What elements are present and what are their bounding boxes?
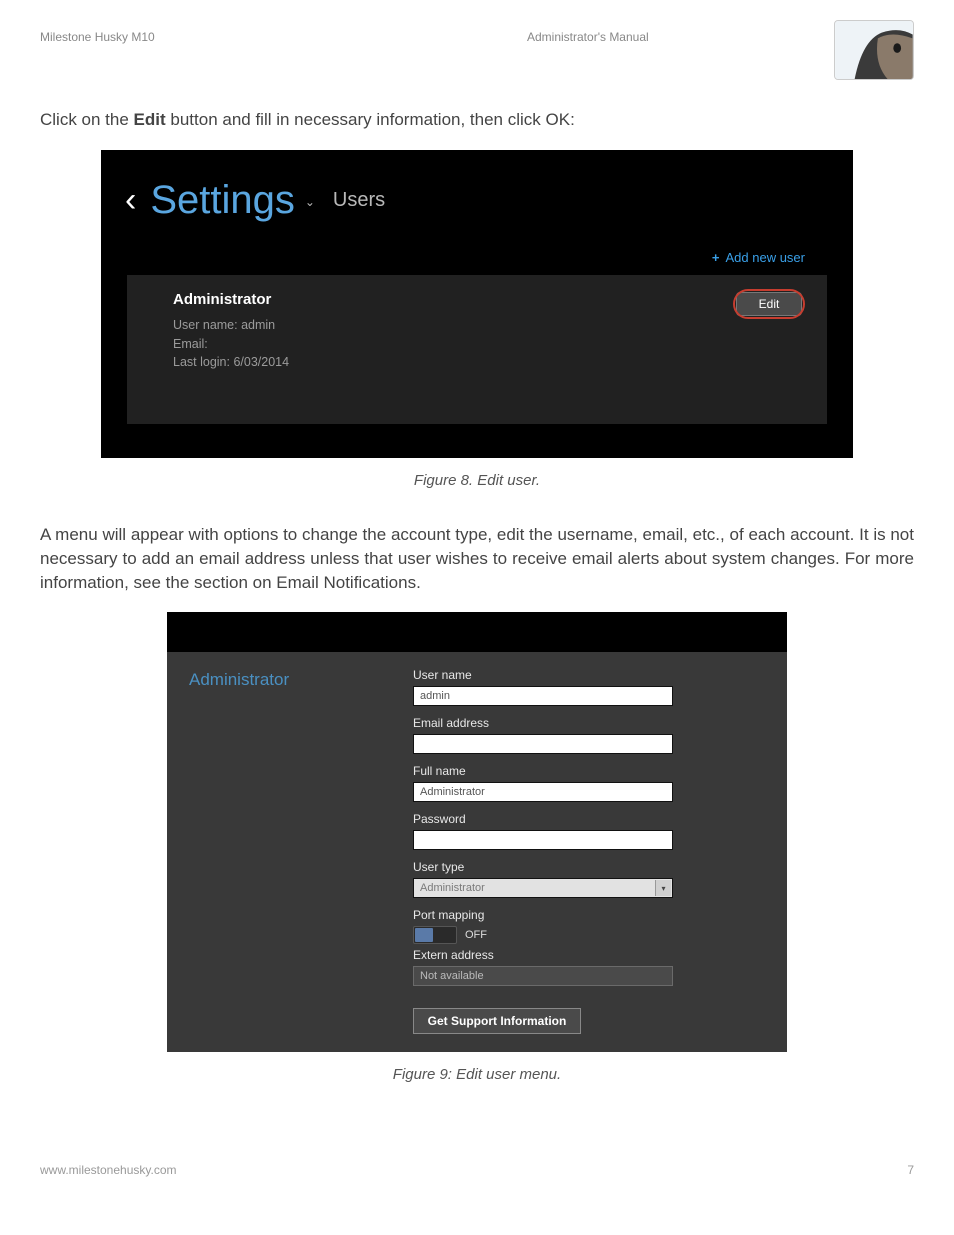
input-email[interactable] xyxy=(413,734,673,754)
plus-icon: + xyxy=(712,250,720,265)
externaddr-value: Not available xyxy=(420,970,484,982)
add-new-user-link[interactable]: + Add new user xyxy=(712,250,805,265)
get-support-button[interactable]: Get Support Information xyxy=(413,1008,581,1034)
user-email-line: Email: xyxy=(173,335,807,354)
user-username-line: User name: admin xyxy=(173,316,807,335)
label-fullname: Full name xyxy=(413,764,765,778)
edit-button-highlight: Edit xyxy=(733,289,805,319)
input-username[interactable]: admin xyxy=(413,686,673,706)
get-support-label: Get Support Information xyxy=(428,1014,567,1028)
label-email: Email address xyxy=(413,716,765,730)
label-portmapping: Port mapping xyxy=(413,908,765,922)
edit-menu-heading: Administrator xyxy=(189,668,389,1034)
readonly-externaddr: Not available xyxy=(413,966,673,986)
label-username: User name xyxy=(413,668,765,682)
user-card: Administrator User name: admin Email: La… xyxy=(127,275,827,424)
footer-page-number: 7 xyxy=(907,1163,914,1177)
doc-header-left: Milestone Husky M10 xyxy=(40,30,427,44)
label-externaddr: Extern address xyxy=(413,948,765,962)
logo xyxy=(834,20,914,80)
select-usertype[interactable]: Administrator ▾ xyxy=(413,878,673,898)
page-subtitle: Users xyxy=(333,189,385,212)
title-row: ‹ Settings ⌄ Users xyxy=(121,178,833,223)
chevron-down-icon[interactable]: ⌄ xyxy=(305,195,315,209)
input-password[interactable] xyxy=(413,830,673,850)
select-usertype-value: Administrator xyxy=(420,882,485,894)
figure-8-caption: Figure 8. Edit user. xyxy=(40,472,914,489)
edit-button[interactable]: Edit xyxy=(736,292,802,316)
toggle-portmapping-state: OFF xyxy=(465,929,487,941)
user-display-name: Administrator xyxy=(173,291,807,308)
intro-text-after: button and fill in necessary information… xyxy=(166,110,575,129)
screenshot-edit-user-menu: Administrator User name admin Email addr… xyxy=(167,612,787,1052)
footer-url: www.milestonehusky.com xyxy=(40,1163,177,1177)
back-icon[interactable]: ‹ xyxy=(125,183,138,217)
screenshot-edit-user: ‹ Settings ⌄ Users + Add new user Adminis… xyxy=(101,150,853,458)
add-new-user-label: Add new user xyxy=(726,250,806,265)
user-last-login-line: Last login: 6/03/2014 xyxy=(173,353,807,372)
intro-bold: Edit xyxy=(134,110,166,129)
paragraph-2: A menu will appear with options to chang… xyxy=(40,523,914,594)
input-fullname[interactable]: Administrator xyxy=(413,782,673,802)
page-title[interactable]: Settings xyxy=(150,178,295,223)
doc-footer: www.milestonehusky.com 7 xyxy=(40,1163,914,1177)
toggle-knob xyxy=(415,928,433,942)
input-username-value: admin xyxy=(420,690,450,702)
edit-button-label: Edit xyxy=(759,297,780,311)
chevron-down-icon: ▾ xyxy=(655,880,671,896)
doc-header: Milestone Husky M10 Administrator's Manu… xyxy=(40,30,914,88)
intro-paragraph: Click on the Edit button and fill in nec… xyxy=(40,108,914,132)
label-usertype: User type xyxy=(413,860,765,874)
label-password: Password xyxy=(413,812,765,826)
intro-text-before: Click on the xyxy=(40,110,134,129)
toggle-portmapping[interactable] xyxy=(413,926,457,944)
figure-9-caption: Figure 9: Edit user menu. xyxy=(40,1066,914,1083)
input-fullname-value: Administrator xyxy=(420,786,485,798)
